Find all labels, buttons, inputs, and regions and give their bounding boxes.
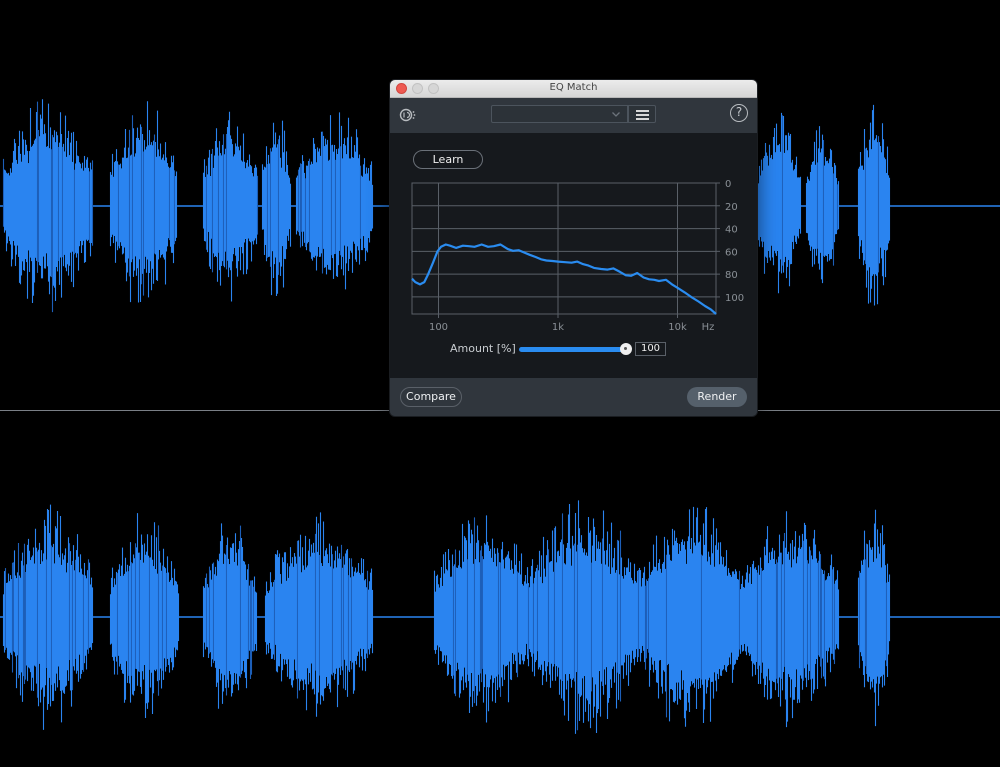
x-tick-label: 10k — [668, 322, 687, 333]
y-tick-label: 60 — [725, 247, 738, 258]
toolbar: ? — [390, 98, 757, 133]
eq-match-window: EQ Match ? 0 20 40 60 80 100 100 1k 10k Hz Learn … — [390, 80, 757, 416]
hamburger-menu-icon-line — [636, 118, 649, 120]
presets-icon[interactable] — [398, 106, 418, 124]
hamburger-menu-icon — [636, 110, 649, 112]
footer: Compare Render — [390, 378, 757, 416]
y-tick-label: 80 — [725, 270, 738, 281]
preset-dropdown[interactable] — [491, 105, 628, 123]
amount-slider-thumb[interactable] — [620, 343, 632, 355]
amount-value-field[interactable]: 100 — [635, 342, 666, 356]
chevron-down-icon — [612, 112, 620, 117]
x-unit-label: Hz — [702, 322, 715, 333]
compare-button[interactable]: Compare — [400, 387, 462, 407]
x-tick-label: 1k — [552, 322, 564, 333]
render-button[interactable]: Render — [687, 387, 747, 407]
eq-match-panel: 0 20 40 60 80 100 100 1k 10k Hz Learn Amount [%] … — [390, 133, 757, 378]
y-tick-label: 20 — [725, 202, 738, 213]
y-tick-label: 40 — [725, 225, 738, 236]
title-bar[interactable]: EQ Match — [390, 80, 757, 98]
amount-label: Amount [%] — [450, 342, 516, 355]
help-button[interactable]: ? — [730, 104, 748, 122]
amount-slider[interactable] — [519, 347, 626, 352]
y-tick-label: 100 — [725, 293, 744, 304]
x-tick-label: 100 — [429, 322, 448, 333]
waveform-channel-right[interactable] — [0, 411, 1000, 767]
window-title: EQ Match — [549, 82, 598, 93]
hamburger-menu-icon-line — [636, 114, 649, 116]
y-tick-label: 0 — [725, 179, 731, 190]
waveform-body — [2, 500, 891, 734]
learn-button[interactable]: Learn — [413, 150, 483, 169]
preset-menu-button[interactable] — [628, 105, 656, 123]
eq-curve-chart: 0 20 40 60 80 100 100 1k 10k Hz — [411, 179, 744, 333]
